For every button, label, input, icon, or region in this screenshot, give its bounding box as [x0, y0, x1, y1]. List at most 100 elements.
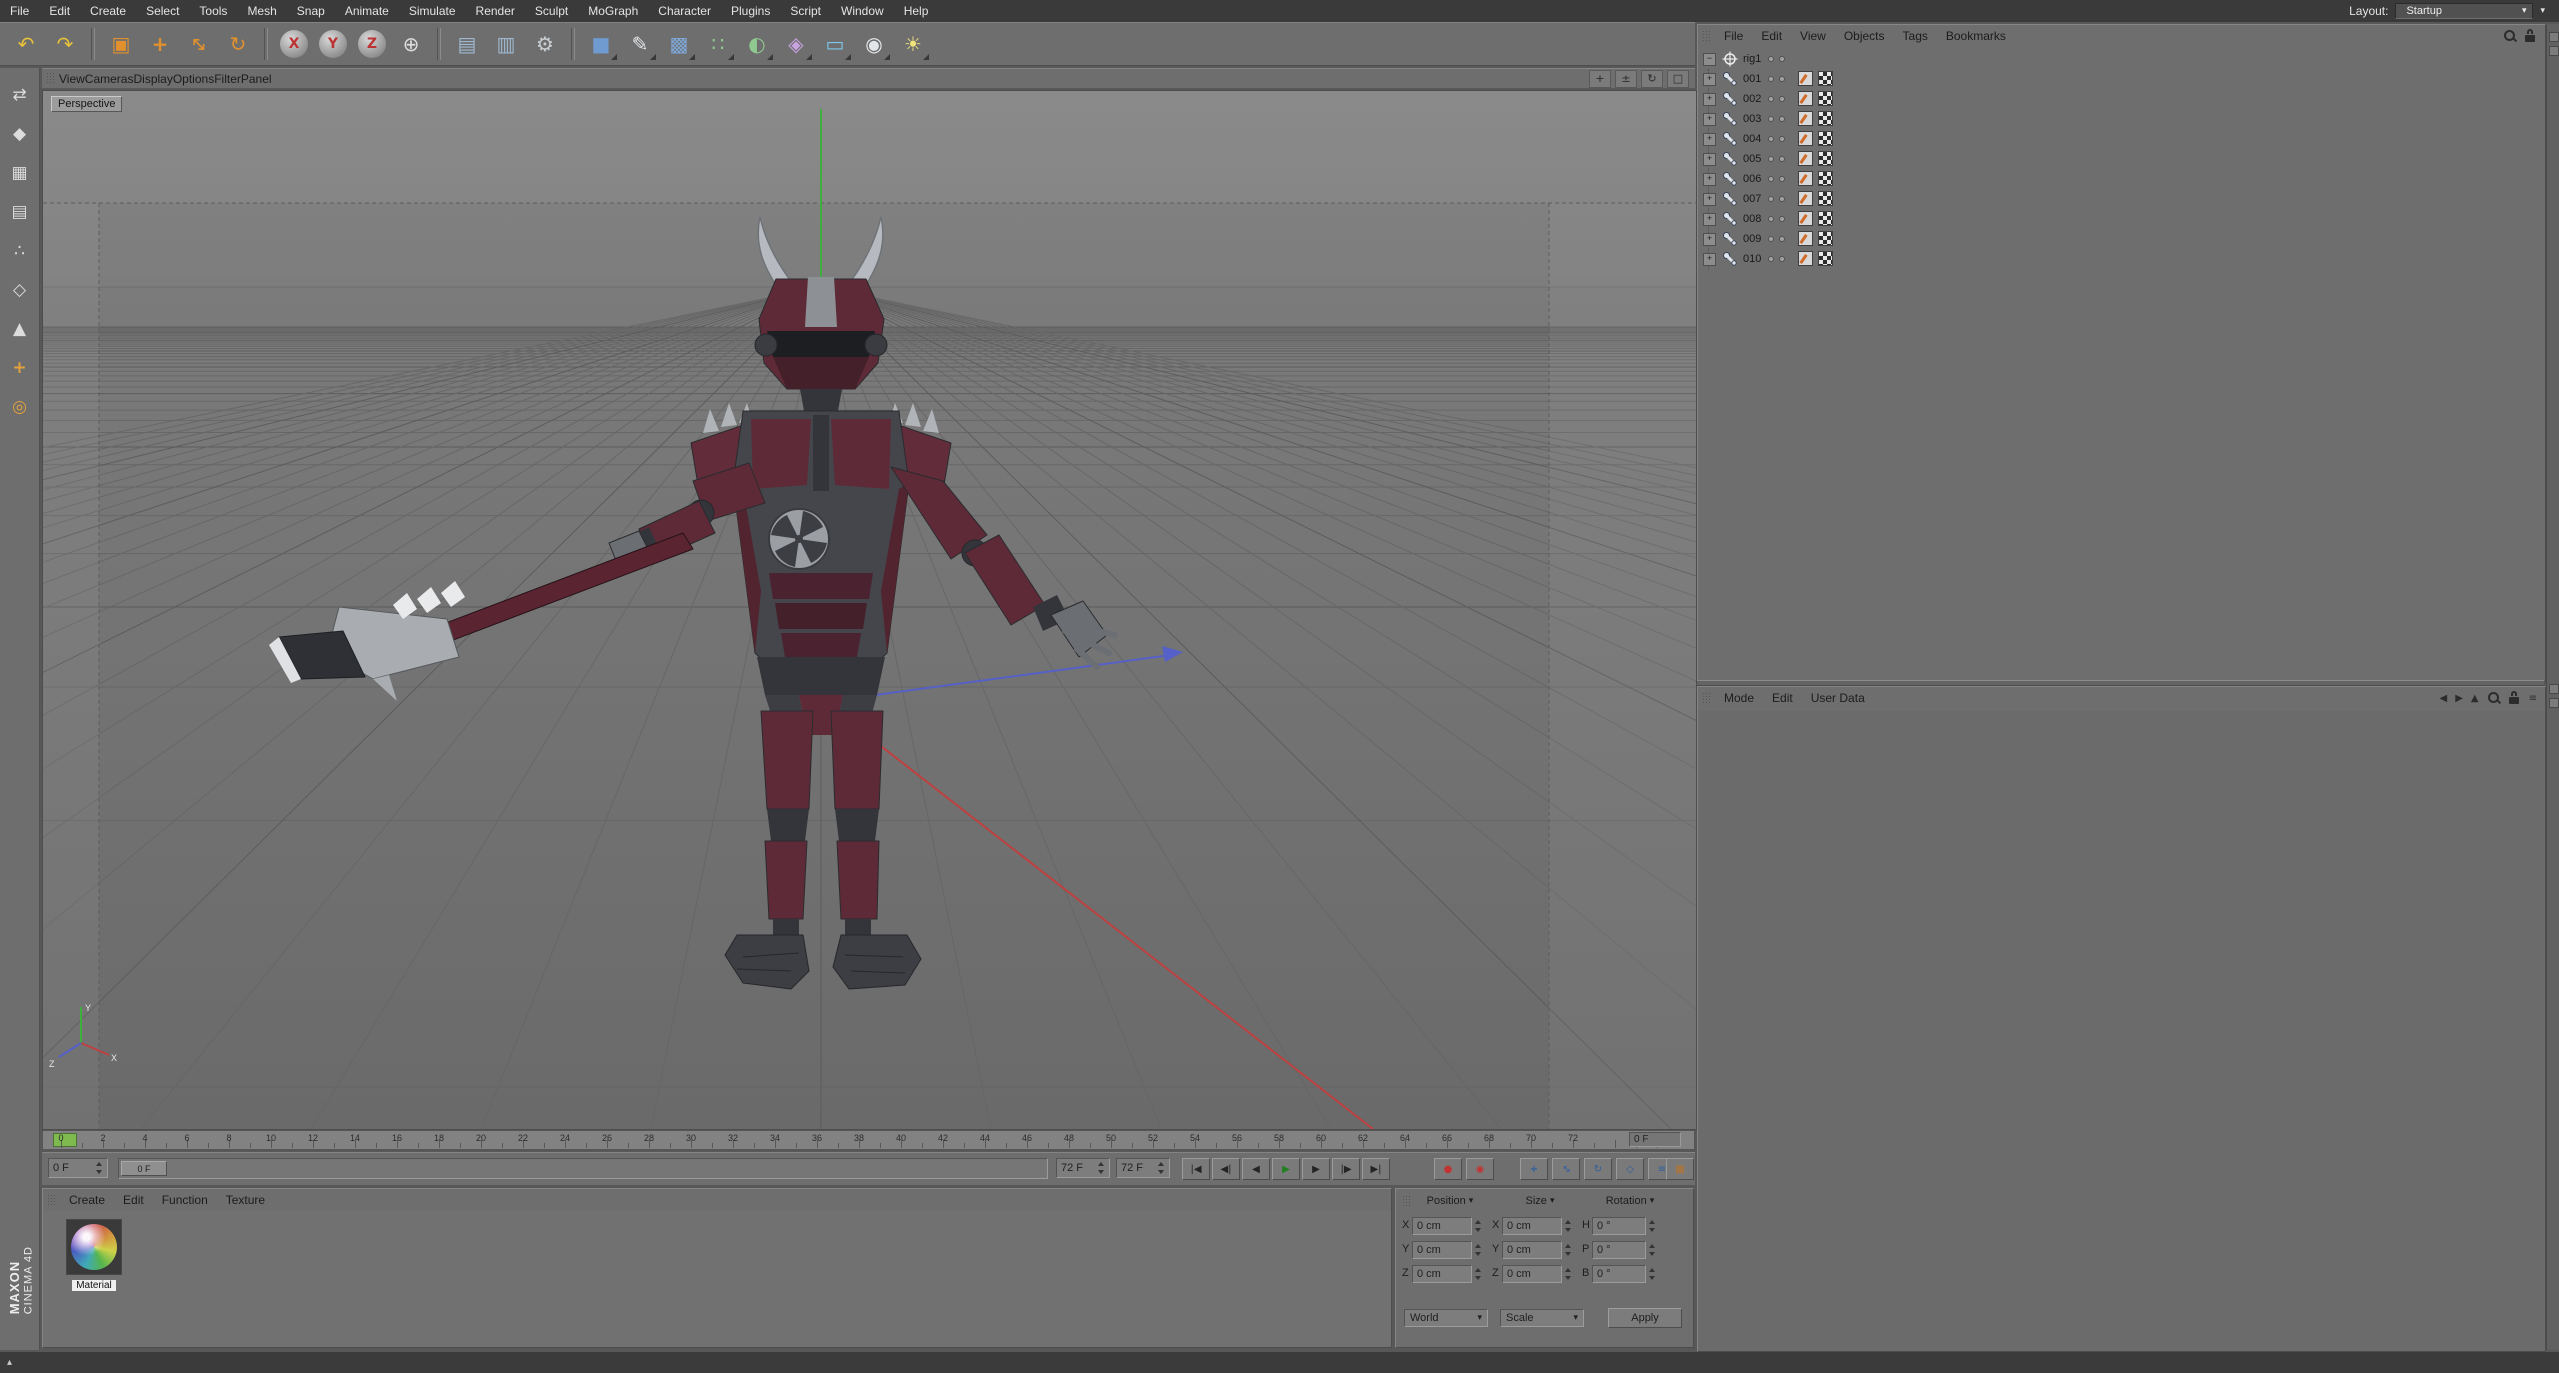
render-visibility-dot[interactable]: [1779, 116, 1785, 122]
rotation-b-field[interactable]: 0 °: [1592, 1265, 1646, 1283]
boole-icon[interactable]: ◐: [739, 26, 775, 62]
expand-toggle[interactable]: +: [1703, 233, 1716, 246]
range-end-field[interactable]: 72 F: [1056, 1158, 1110, 1178]
coordinate-system-select[interactable]: World▾: [1404, 1309, 1488, 1327]
brush-tag-icon[interactable]: [1798, 131, 1813, 146]
dock-tab-icon[interactable]: [2549, 684, 2559, 694]
stepper-icon[interactable]: [1157, 1162, 1165, 1174]
key-parameter-toggle[interactable]: ◇: [1616, 1158, 1644, 1180]
stepper-icon[interactable]: [1564, 1268, 1572, 1280]
lock-icon[interactable]: [2509, 691, 2521, 705]
snap-icon[interactable]: ◎: [5, 392, 35, 422]
object-row-008[interactable]: +008: [1698, 209, 2545, 229]
menu-tools[interactable]: Tools: [189, 1, 237, 21]
viewport-canvas[interactable]: Y X Z Perspective: [42, 90, 1697, 1130]
panel-grip-icon[interactable]: [47, 1194, 55, 1207]
editor-visibility-dot[interactable]: [1768, 56, 1774, 62]
lock-z-icon[interactable]: Z: [358, 30, 386, 58]
menu-render[interactable]: Render: [466, 1, 525, 21]
expand-toggle[interactable]: +: [1703, 173, 1716, 186]
object-row-010[interactable]: +010: [1698, 249, 2545, 269]
expand-toggle[interactable]: +: [1703, 213, 1716, 226]
viewport-menu-cameras[interactable]: Cameras: [85, 72, 134, 86]
scale-icon[interactable]: ↔: [181, 26, 217, 62]
material-menu-function[interactable]: Function: [153, 1191, 217, 1209]
object-row-rig1[interactable]: −rig1: [1698, 49, 2545, 69]
key-scale-toggle[interactable]: ↔: [1552, 1158, 1580, 1180]
stepper-icon[interactable]: [1564, 1220, 1572, 1232]
render-visibility-dot[interactable]: [1779, 156, 1785, 162]
render-visibility-dot[interactable]: [1779, 96, 1785, 102]
panel-grip-icon[interactable]: [1402, 1195, 1410, 1208]
lock-icon[interactable]: [2525, 29, 2537, 43]
editor-visibility-dot[interactable]: [1768, 196, 1774, 202]
editor-visibility-dot[interactable]: [1768, 116, 1774, 122]
floor-icon[interactable]: ▭: [817, 26, 853, 62]
editor-visibility-dot[interactable]: [1768, 76, 1774, 82]
record-keyframe-button[interactable]: ●: [1434, 1158, 1462, 1180]
history-back-icon[interactable]: ◀: [2440, 693, 2448, 704]
checker-tag-icon[interactable]: [1818, 231, 1833, 246]
expand-toggle[interactable]: +: [1703, 153, 1716, 166]
live-selection-icon[interactable]: ▣: [103, 26, 139, 62]
viewport-menu-display[interactable]: Display: [133, 72, 172, 86]
viewport-menu-view[interactable]: View: [59, 72, 85, 86]
move-icon[interactable]: +: [142, 26, 178, 62]
stepper-icon[interactable]: [1097, 1162, 1105, 1174]
expand-toggle[interactable]: +: [1703, 93, 1716, 106]
prev-frame-button[interactable]: ◀: [1242, 1158, 1270, 1180]
goto-start-button[interactable]: |◀: [1182, 1158, 1210, 1180]
lock-y-icon[interactable]: Y: [319, 30, 347, 58]
key-position-toggle[interactable]: +: [1520, 1158, 1548, 1180]
slider-handle[interactable]: 0 F: [121, 1161, 167, 1176]
play-button[interactable]: ▶: [1272, 1158, 1300, 1180]
menu-simulate[interactable]: Simulate: [399, 1, 466, 21]
render-visibility-dot[interactable]: [1779, 216, 1785, 222]
brush-tag-icon[interactable]: [1798, 251, 1813, 266]
object-menu-bookmarks[interactable]: Bookmarks: [1937, 27, 2015, 45]
rotate-view-icon[interactable]: ↻: [1641, 70, 1663, 88]
dock-tab-icon[interactable]: [2549, 32, 2559, 42]
parent-object-icon[interactable]: ▲: [2471, 693, 2479, 704]
menu-window[interactable]: Window: [831, 1, 894, 21]
brush-tag-icon[interactable]: [1798, 191, 1813, 206]
brush-tag-icon[interactable]: [1798, 71, 1813, 86]
object-menu-edit[interactable]: Edit: [1752, 27, 1791, 45]
subdivision-surface-icon[interactable]: ▩: [661, 26, 697, 62]
attribute-menu-user-data[interactable]: User Data: [1802, 689, 1874, 707]
render-visibility-dot[interactable]: [1779, 256, 1785, 262]
render-visibility-dot[interactable]: [1779, 136, 1785, 142]
cube-primitive-icon[interactable]: ■: [583, 26, 619, 62]
material-menu-texture[interactable]: Texture: [217, 1191, 274, 1209]
menu-help[interactable]: Help: [894, 1, 939, 21]
dock-tab-icon[interactable]: [2549, 698, 2559, 708]
viewport-menu-panel[interactable]: Panel: [241, 72, 272, 86]
menu-snap[interactable]: Snap: [287, 1, 335, 21]
attribute-menu-edit[interactable]: Edit: [1763, 689, 1802, 707]
viewport-camera-label[interactable]: Perspective: [51, 96, 122, 112]
checker-tag-icon[interactable]: [1818, 71, 1833, 86]
checker-tag-icon[interactable]: [1818, 151, 1833, 166]
menu-script[interactable]: Script: [780, 1, 831, 21]
object-row-009[interactable]: +009: [1698, 229, 2545, 249]
panel-grip-icon[interactable]: [1702, 30, 1710, 43]
autokey-button[interactable]: ◉: [1466, 1158, 1494, 1180]
next-key-button[interactable]: |▶: [1332, 1158, 1360, 1180]
panel-grip-icon[interactable]: [1702, 692, 1710, 705]
stepper-icon[interactable]: [1474, 1268, 1482, 1280]
viewport-menu-filter[interactable]: Filter: [214, 72, 241, 86]
menu-create[interactable]: Create: [80, 1, 136, 21]
position-header[interactable]: Position▾: [1412, 1195, 1488, 1207]
right-dock-strip[interactable]: [2546, 24, 2559, 1350]
rotate-icon[interactable]: ↻: [220, 26, 256, 62]
editor-visibility-dot[interactable]: [1768, 136, 1774, 142]
stepper-icon[interactable]: [1648, 1244, 1656, 1256]
make-editable-icon[interactable]: ⇄: [5, 80, 35, 110]
layout-select[interactable]: Startup ▾: [2395, 3, 2533, 19]
size-header[interactable]: Size▾: [1502, 1195, 1578, 1207]
editor-visibility-dot[interactable]: [1768, 156, 1774, 162]
stepper-icon[interactable]: [1648, 1268, 1656, 1280]
menu-character[interactable]: Character: [648, 1, 721, 21]
zoom-view-icon[interactable]: ±: [1615, 70, 1637, 88]
edges-mode-icon[interactable]: ◇: [5, 275, 35, 305]
